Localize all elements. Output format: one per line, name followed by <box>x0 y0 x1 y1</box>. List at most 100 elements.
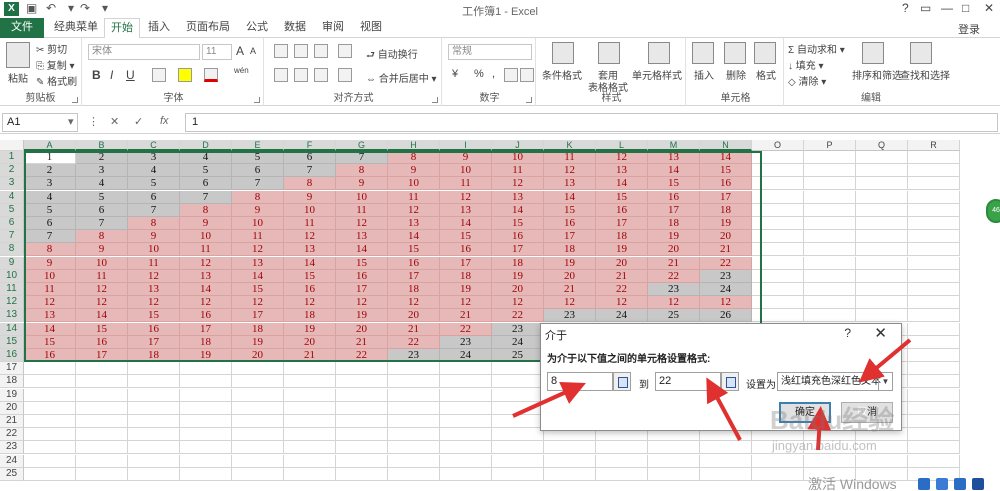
fill-color-icon[interactable] <box>178 68 192 82</box>
cell-O7[interactable] <box>752 230 804 244</box>
cell-R3[interactable] <box>908 177 960 191</box>
find-select-icon[interactable] <box>910 42 932 64</box>
cell-G4[interactable]: 10 <box>336 190 388 204</box>
cell-M4[interactable]: 16 <box>648 190 700 204</box>
cell-C14[interactable]: 16 <box>128 322 180 336</box>
cell-E24[interactable] <box>232 454 284 468</box>
cell-O2[interactable] <box>752 164 804 178</box>
cell-N6[interactable]: 19 <box>700 217 752 230</box>
cell-N4[interactable]: 17 <box>700 190 752 204</box>
cell-D23[interactable] <box>180 441 232 455</box>
row-header-3[interactable]: 3 <box>0 177 24 191</box>
column-header-K[interactable]: K <box>544 140 596 151</box>
cell-K10[interactable]: 20 <box>544 269 596 283</box>
cell-I9[interactable]: 17 <box>440 256 492 270</box>
cell-J3[interactable]: 12 <box>492 177 544 191</box>
cell-E25[interactable] <box>232 467 284 481</box>
cell-C4[interactable]: 6 <box>128 190 180 204</box>
format-select[interactable]: 浅红填充色深红色文本 ▼ <box>777 372 893 391</box>
align-top-icon[interactable] <box>274 44 288 58</box>
cell-R6[interactable] <box>908 217 960 230</box>
cell-K13[interactable]: 23 <box>544 309 596 323</box>
cell-G15[interactable]: 21 <box>336 335 388 349</box>
cell-O5[interactable] <box>752 203 804 217</box>
cell-D8[interactable]: 11 <box>180 243 232 257</box>
cancel-button[interactable]: 取消 <box>841 402 893 423</box>
cell-B4[interactable]: 5 <box>76 190 128 204</box>
clipboard-launcher-icon[interactable] <box>72 97 78 103</box>
cell-L25[interactable] <box>596 467 648 481</box>
cell-M5[interactable]: 17 <box>648 203 700 217</box>
close-button[interactable]: ✕ <box>984 1 994 15</box>
cell-P2[interactable] <box>804 164 856 178</box>
row-header-21[interactable]: 21 <box>0 415 24 428</box>
find-select-button[interactable]: 查找和选择 <box>900 67 950 82</box>
cell-L7[interactable]: 18 <box>596 230 648 244</box>
formula-input[interactable]: 1 <box>185 113 998 132</box>
cell-I10[interactable]: 18 <box>440 269 492 283</box>
cell-B24[interactable] <box>76 454 128 468</box>
cell-C20[interactable] <box>128 401 180 415</box>
cell-I18[interactable] <box>440 375 492 389</box>
cell-I21[interactable] <box>440 415 492 428</box>
cell-F20[interactable] <box>284 401 336 415</box>
conditional-format-icon[interactable] <box>552 42 574 64</box>
cell-R1[interactable] <box>908 151 960 164</box>
cell-M24[interactable] <box>648 454 700 468</box>
chevron-down-icon[interactable]: ▼ <box>878 373 892 390</box>
cell-J9[interactable]: 18 <box>492 256 544 270</box>
column-header-E[interactable]: E <box>232 140 284 151</box>
cell-E14[interactable]: 18 <box>232 322 284 336</box>
cell-Q12[interactable] <box>856 296 908 310</box>
cell-P24[interactable] <box>804 454 856 468</box>
bold-button[interactable]: B <box>92 68 101 82</box>
cell-M3[interactable]: 15 <box>648 177 700 191</box>
paste-button[interactable]: 粘贴 <box>8 70 28 85</box>
cell-J14[interactable]: 23 <box>492 322 544 336</box>
tray-icon-4[interactable] <box>972 478 984 490</box>
cell-I7[interactable]: 15 <box>440 230 492 244</box>
cell-F25[interactable] <box>284 467 336 481</box>
cell-R24[interactable] <box>908 454 960 468</box>
cell-L10[interactable]: 21 <box>596 269 648 283</box>
cell-A16[interactable]: 16 <box>24 349 76 362</box>
indent-icon[interactable] <box>338 68 352 82</box>
cell-D19[interactable] <box>180 388 232 402</box>
number-format-box[interactable]: 常规 <box>448 44 532 60</box>
cell-A15[interactable]: 15 <box>24 335 76 349</box>
cell-D3[interactable]: 6 <box>180 177 232 191</box>
cell-B14[interactable]: 15 <box>76 322 128 336</box>
cell-D16[interactable]: 19 <box>180 349 232 362</box>
cell-J18[interactable] <box>492 375 544 389</box>
cell-G19[interactable] <box>336 388 388 402</box>
cell-J16[interactable]: 25 <box>492 349 544 362</box>
cell-R23[interactable] <box>908 441 960 455</box>
cell-R13[interactable] <box>908 309 960 323</box>
cell-L9[interactable]: 20 <box>596 256 648 270</box>
row-header-9[interactable]: 9 <box>0 256 24 270</box>
cell-R21[interactable] <box>908 415 960 428</box>
cell-K11[interactable]: 21 <box>544 283 596 296</box>
align-center-icon[interactable] <box>294 68 308 82</box>
cell-A8[interactable]: 8 <box>24 243 76 257</box>
cell-Q5[interactable] <box>856 203 908 217</box>
cell-H12[interactable]: 12 <box>388 296 440 310</box>
cell-K7[interactable]: 17 <box>544 230 596 244</box>
cell-D25[interactable] <box>180 467 232 481</box>
cell-L6[interactable]: 17 <box>596 217 648 230</box>
cell-F23[interactable] <box>284 441 336 455</box>
from-collapse-icon[interactable] <box>613 372 631 391</box>
cell-H22[interactable] <box>388 428 440 442</box>
sort-filter-button[interactable]: 排序和筛选 <box>852 67 902 82</box>
cell-I2[interactable]: 10 <box>440 164 492 178</box>
floating-badge[interactable]: 46 <box>986 199 1000 223</box>
cell-K9[interactable]: 19 <box>544 256 596 270</box>
row-header-25[interactable]: 25 <box>0 467 24 481</box>
cell-D2[interactable]: 5 <box>180 164 232 178</box>
cell-R14[interactable] <box>908 322 960 336</box>
cell-M10[interactable]: 22 <box>648 269 700 283</box>
cell-B15[interactable]: 16 <box>76 335 128 349</box>
help-button[interactable]: ? <box>902 1 909 15</box>
cell-N7[interactable]: 20 <box>700 230 752 244</box>
cell-F5[interactable]: 10 <box>284 203 336 217</box>
